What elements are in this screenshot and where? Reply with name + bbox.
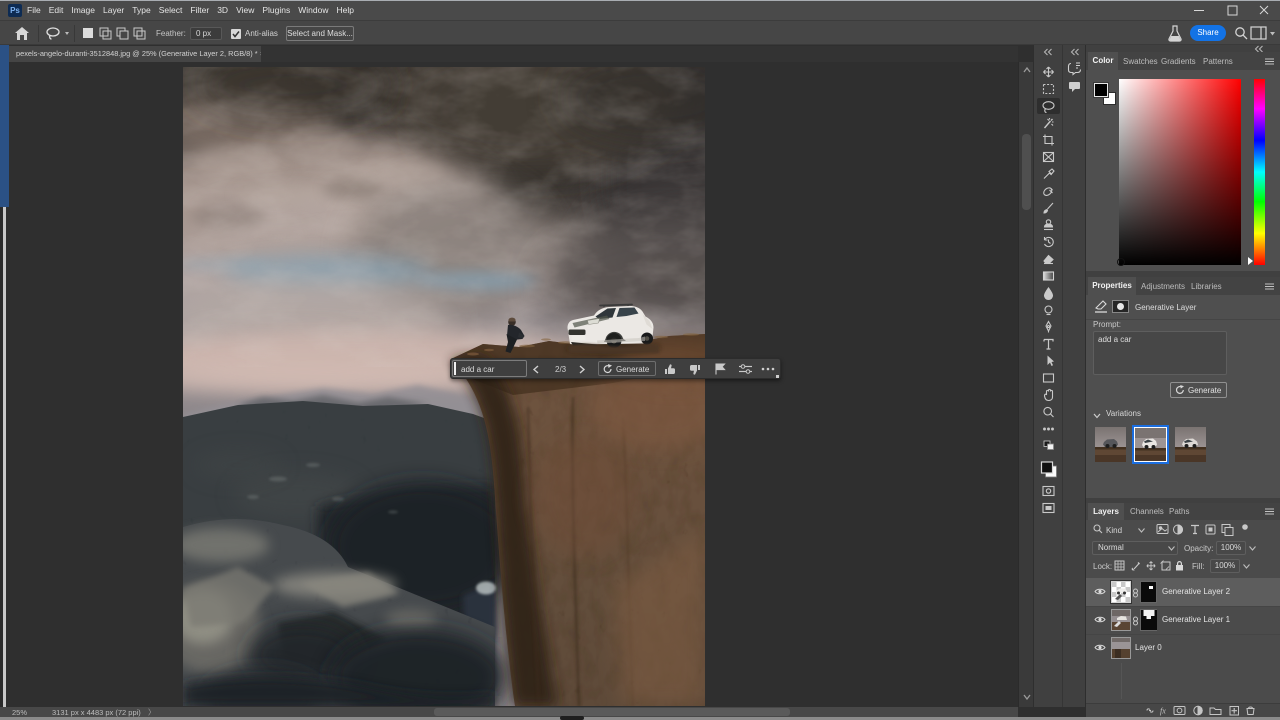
svg-text:fx: fx <box>1160 707 1166 716</box>
